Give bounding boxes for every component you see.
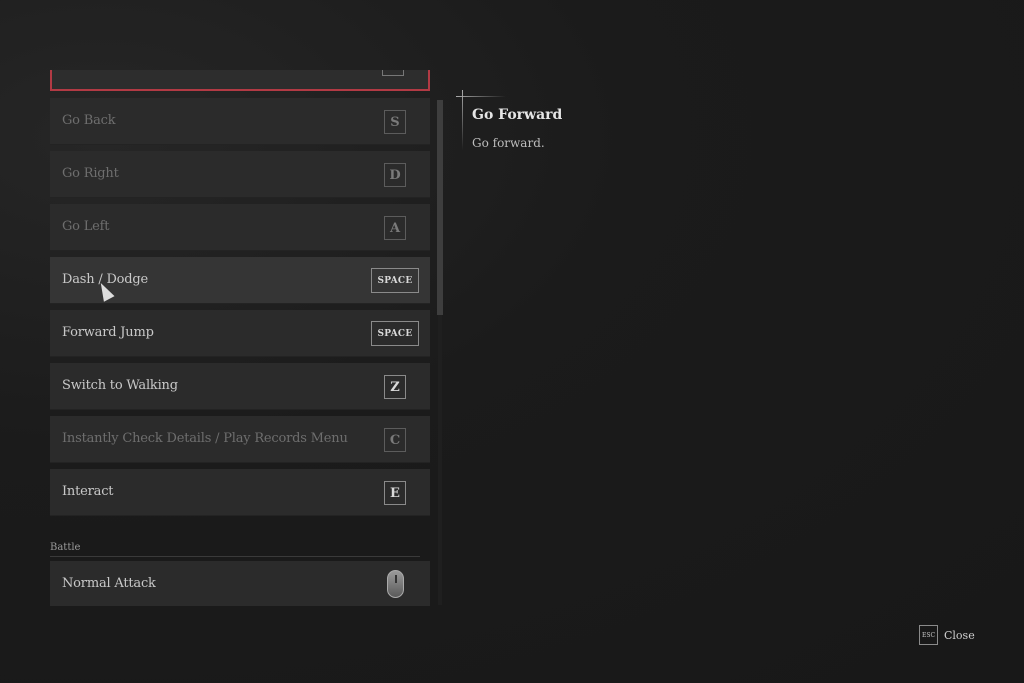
keybind-row[interactable]: Forward Jump SPACE [50, 310, 430, 357]
esc-key-icon: ESC [919, 625, 938, 645]
keybind-label: Go Right [62, 166, 119, 181]
keybind-row[interactable]: Switch to Walking Z [50, 363, 430, 410]
keybind-row-go-forward[interactable] [50, 70, 430, 91]
detail-decoration [462, 90, 463, 150]
keybind-label: Instantly Check Details / Play Records M… [62, 431, 348, 446]
close-label: Close [944, 628, 975, 642]
keybind-label: Forward Jump [62, 325, 154, 340]
key-badge[interactable]: Z [384, 375, 406, 399]
scrollbar-thumb[interactable] [437, 100, 443, 315]
keybind-row[interactable]: Instantly Check Details / Play Records M… [50, 416, 430, 463]
keybind-row[interactable]: Normal Attack [50, 561, 430, 606]
mouse-left-icon[interactable] [387, 570, 404, 598]
keybind-label: Go Back [62, 113, 116, 128]
keybind-row[interactable]: Interact E [50, 469, 430, 516]
keybind-list: Go Back S Go Right D Go Left A Dash / Do… [50, 70, 430, 606]
keybind-row[interactable]: Go Right D [50, 151, 430, 198]
keybind-label: Interact [62, 484, 114, 499]
close-button[interactable]: ESC Close [919, 625, 975, 645]
key-badge[interactable]: S [384, 110, 406, 134]
keybind-label: Go Left [62, 219, 110, 234]
key-badge [382, 70, 404, 76]
key-badge[interactable]: E [384, 481, 406, 505]
keybind-row[interactable]: Go Left A [50, 204, 430, 251]
key-badge[interactable]: A [384, 216, 406, 240]
detail-description: Go forward. [472, 136, 545, 150]
detail-decoration [456, 96, 506, 97]
detail-title: Go Forward [472, 107, 563, 123]
keybind-row[interactable]: Go Back S [50, 98, 430, 145]
key-badge[interactable]: SPACE [371, 321, 419, 346]
keybind-label: Normal Attack [62, 576, 156, 591]
key-badge[interactable]: D [384, 163, 406, 187]
keybind-label: Switch to Walking [62, 378, 178, 393]
key-badge[interactable]: SPACE [371, 268, 419, 293]
section-divider [50, 556, 420, 557]
section-header-battle: Battle [50, 542, 81, 553]
key-badge[interactable]: C [384, 428, 406, 452]
